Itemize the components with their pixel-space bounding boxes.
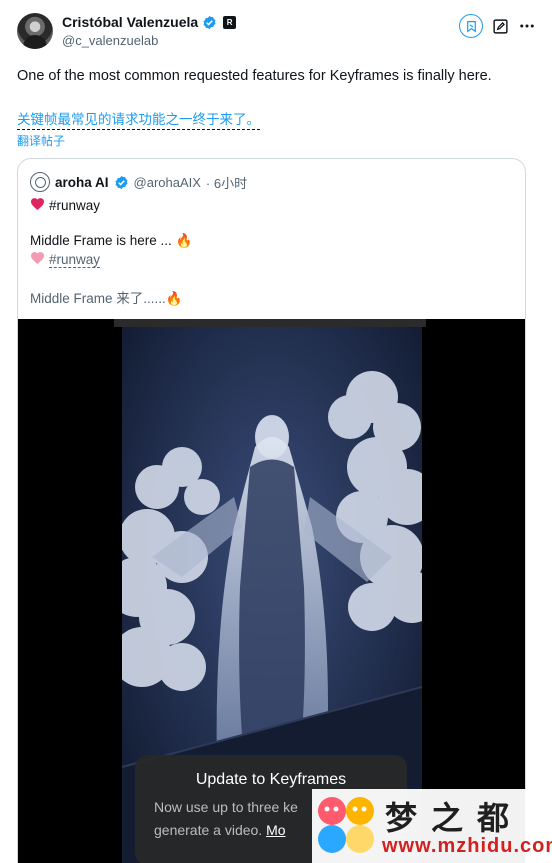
more-button[interactable] xyxy=(517,16,537,36)
hashtag-runway[interactable]: #runway xyxy=(49,198,100,213)
author-handle[interactable]: @c_valenzuelab xyxy=(62,33,158,48)
author-name[interactable]: Cristóbal Valenzuela xyxy=(62,14,198,30)
translate-post-link[interactable]: 翻译帖子 xyxy=(17,132,65,149)
post-header: Cristóbal Valenzuela R @c_valenzuelab xyxy=(17,12,537,52)
heart-icon xyxy=(31,198,44,210)
quoted-post-header: aroha AI @arohaAIX · 6小时 xyxy=(30,172,247,192)
toast-title: Update to Keyframes xyxy=(195,771,347,788)
watermark-chinese: 梦之都 xyxy=(385,799,524,837)
quoted-line-1: #runway xyxy=(30,197,100,213)
watermark-logo-icon xyxy=(318,797,374,853)
verified-badge-icon xyxy=(115,175,128,189)
hashtag-runway-translated[interactable]: #runway xyxy=(49,252,101,268)
quoted-line-2: Middle Frame is here ... 🔥 xyxy=(30,233,193,248)
quoted-post[interactable]: aroha AI @arohaAIX · 6小时 #runway Middle … xyxy=(17,158,526,863)
post-text: One of the most common requested feature… xyxy=(17,68,492,84)
quoted-author-handle[interactable]: @arohaAIX xyxy=(134,175,201,190)
heart-icon xyxy=(31,252,44,264)
author-name-row: Cristóbal Valenzuela R xyxy=(62,14,237,30)
author-avatar[interactable] xyxy=(17,13,53,49)
more-icon xyxy=(520,24,534,28)
toast-body-text: generate a video. xyxy=(154,822,267,838)
toast-more-link[interactable]: Mo xyxy=(266,822,285,838)
verified-badge-icon xyxy=(203,15,216,29)
post-actions xyxy=(459,14,537,38)
video-top-strip xyxy=(114,319,426,327)
grok-button[interactable] xyxy=(459,14,483,38)
quoted-post-time[interactable]: · 6小时 xyxy=(206,173,247,192)
toast-body-line-2: generate a video. Mo xyxy=(154,822,286,838)
quoted-author-name[interactable]: aroha AI xyxy=(55,175,109,190)
toast-body-line-1: Now use up to three ke xyxy=(154,799,298,815)
edit-icon xyxy=(492,18,508,34)
quoted-line-4: Middle Frame 来了......🔥 xyxy=(30,291,183,306)
video-player[interactable]: Update to Keyframes Now use up to three … xyxy=(18,319,525,863)
quoted-author-avatar[interactable] xyxy=(30,172,50,192)
watermark-url: www.mzhidu.com xyxy=(382,835,552,857)
translated-text: 关键帧最常见的请求功能之一终于来了。 xyxy=(17,108,260,130)
site-watermark: 梦之都 www.mzhidu.com xyxy=(312,789,552,863)
edit-button[interactable] xyxy=(490,16,510,36)
affiliation-badge-icon[interactable]: R xyxy=(223,15,237,29)
grok-icon xyxy=(466,20,476,33)
quoted-line-3: #runway xyxy=(30,251,101,268)
